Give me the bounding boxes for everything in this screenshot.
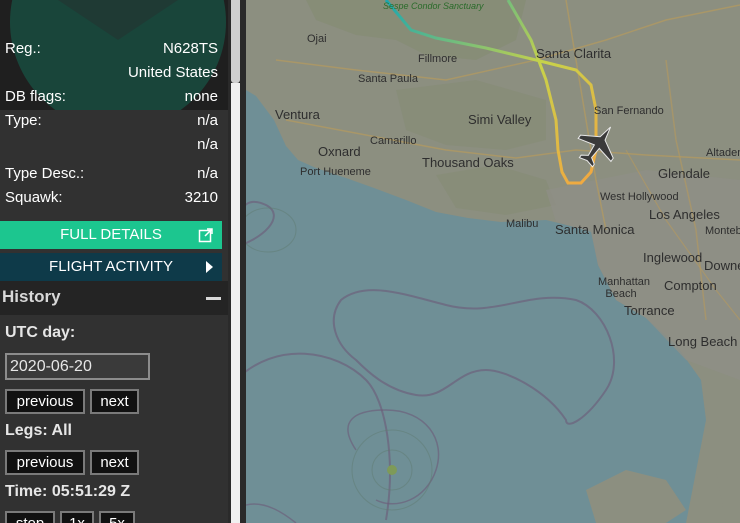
map-label: Ojai <box>307 33 327 45</box>
map-label: Compton <box>664 278 717 293</box>
map-label: Altadena <box>706 147 740 159</box>
info-row-country: United States <box>0 62 228 84</box>
leg-next-button[interactable]: next <box>90 450 139 475</box>
speed-1x-button[interactable]: 1x <box>60 511 94 523</box>
day-next-button[interactable]: next <box>90 389 139 414</box>
info-value: n/a <box>197 136 218 153</box>
utc-day-label: UTC day: <box>5 324 76 341</box>
info-value: United States <box>127 64 218 81</box>
map-label: Fillmore <box>418 53 458 65</box>
map-label: Port Hueneme <box>300 166 371 178</box>
map-label: Los Angeles <box>649 207 720 222</box>
info-row-type: Type: n/a <box>0 110 228 132</box>
history-header[interactable]: History <box>0 281 228 315</box>
map-label: Montebello <box>705 225 740 237</box>
scrollbar-thumb[interactable] <box>231 0 240 83</box>
map-label: Glendale <box>658 166 711 181</box>
full-details-button[interactable]: FULL DETAILS <box>0 221 222 249</box>
info-key: Squawk: <box>5 189 63 206</box>
map-label: West Hollywood <box>600 191 679 203</box>
map-label: Oxnard <box>318 144 361 159</box>
speed-5x-button[interactable]: 5x <box>99 511 135 523</box>
map-label: Santa Monica <box>555 222 635 237</box>
info-value: n/a <box>197 112 218 129</box>
map[interactable]: Sespe Condor Sanctuary Ojai Fillmore San… <box>246 0 740 523</box>
scrollbar-track[interactable] <box>231 83 240 523</box>
leg-previous-button[interactable]: previous <box>5 450 85 475</box>
info-key: DB flags: <box>5 88 66 105</box>
full-details-label: FULL DETAILS <box>60 226 162 243</box>
info-value: 3210 <box>184 189 218 206</box>
time-label: Time: 05:51:29 Z <box>5 483 131 500</box>
stop-button[interactable]: stop <box>5 511 55 523</box>
chevron-right-icon <box>206 261 213 273</box>
flight-activity-label: FLIGHT ACTIVITY <box>49 258 173 275</box>
map-label: Simi Valley <box>468 112 532 127</box>
map-label: Santa Clarita <box>536 46 612 61</box>
map-label: Camarillo <box>370 135 417 147</box>
info-row-db-flags: DB flags: none <box>0 86 228 108</box>
map-label: Ventura <box>275 107 320 122</box>
sidebar: Reg.: N628TS United States DB flags: non… <box>0 0 228 523</box>
flight-activity-button[interactable]: FLIGHT ACTIVITY <box>0 253 222 281</box>
info-key: Reg.: <box>5 40 41 57</box>
collapse-icon[interactable] <box>206 297 221 300</box>
map-label: Sespe Condor Sanctuary <box>383 1 484 11</box>
utc-day-input[interactable] <box>5 353 150 380</box>
map-label: Downey <box>704 258 740 273</box>
info-key: Type Desc.: <box>5 165 85 182</box>
info-row-reg: Reg.: N628TS <box>0 38 228 60</box>
external-link-icon <box>198 228 213 243</box>
day-previous-button[interactable]: previous <box>5 389 85 414</box>
map-label: Thousand Oaks <box>422 155 514 170</box>
map-label: Manhattan Beach <box>598 276 650 300</box>
history-title: History <box>2 287 61 306</box>
map-label: Torrance <box>624 303 675 318</box>
map-label: Malibu <box>506 218 539 230</box>
info-value: n/a <box>197 165 218 182</box>
info-key: Type: <box>5 112 42 129</box>
map-label: Santa Paula <box>358 73 418 85</box>
info-row-squawk: Squawk: 3210 <box>0 187 228 209</box>
info-value: N628TS <box>162 40 218 57</box>
sidebar-resize-handle[interactable] <box>228 0 246 523</box>
map-label: Long Beach <box>668 334 738 349</box>
legs-label: Legs: All <box>5 422 72 439</box>
map-label: San Fernando <box>594 105 664 117</box>
info-value: none <box>184 88 218 105</box>
info-row-type-2: n/a <box>0 134 228 156</box>
map-label: Inglewood <box>643 250 703 265</box>
info-row-type-desc: Type Desc.: n/a <box>0 163 228 185</box>
